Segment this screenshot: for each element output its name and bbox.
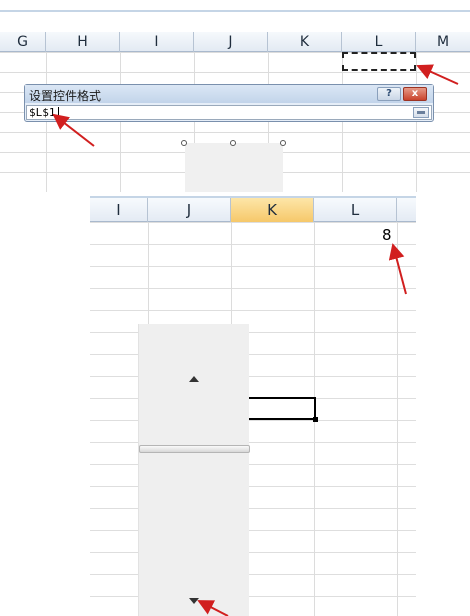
format-control-dialog: 设置控件格式 ? x $L$1	[24, 84, 434, 122]
vertical-scrollbar-control[interactable]	[138, 324, 250, 616]
column-header-g[interactable]: G	[0, 32, 46, 52]
scroll-down-icon[interactable]	[189, 598, 199, 604]
resize-handle[interactable]	[181, 140, 187, 146]
dialog-titlebar[interactable]: 设置控件格式 ? x	[25, 85, 433, 103]
scrollbar-thumb[interactable]	[139, 445, 250, 453]
column-header-partial[interactable]	[397, 198, 416, 222]
column-header-l[interactable]: L	[314, 198, 397, 222]
collapse-dialog-icon[interactable]	[413, 107, 429, 118]
top-screenshot: G H I J K L M 设置控件格式 ? x $L$1	[0, 0, 470, 192]
resize-handle[interactable]	[280, 140, 286, 146]
bottom-column-header-row: I J K L	[90, 196, 416, 222]
selected-cell-k[interactable]	[248, 397, 318, 422]
column-header-m[interactable]: M	[416, 32, 470, 52]
scrollbar-control-preview[interactable]	[185, 143, 283, 192]
cell-l1-value[interactable]: 8	[382, 226, 392, 244]
column-header-i[interactable]: I	[120, 32, 194, 52]
top-column-header-row: G H I J K L M	[0, 32, 470, 52]
column-header-i[interactable]: I	[90, 198, 148, 222]
ribbon-edge	[0, 10, 470, 12]
cell-link-input[interactable]: $L$1	[26, 105, 432, 120]
column-header-j[interactable]: J	[148, 198, 231, 222]
column-header-k[interactable]: K	[268, 32, 342, 52]
copied-cell-marquee-l1[interactable]	[342, 52, 416, 71]
cell-link-value: $L$1	[29, 106, 56, 119]
column-header-k[interactable]: K	[231, 198, 314, 222]
column-header-l[interactable]: L	[342, 32, 416, 52]
scroll-up-icon[interactable]	[189, 376, 199, 382]
bottom-screenshot: I J K L 8	[90, 196, 416, 616]
resize-handle[interactable]	[230, 140, 236, 146]
column-header-h[interactable]: H	[46, 32, 120, 52]
text-caret	[58, 107, 59, 118]
column-header-j[interactable]: J	[194, 32, 268, 52]
dialog-title: 设置控件格式	[29, 89, 102, 103]
help-icon[interactable]: ?	[377, 87, 401, 101]
close-icon[interactable]: x	[403, 87, 427, 101]
